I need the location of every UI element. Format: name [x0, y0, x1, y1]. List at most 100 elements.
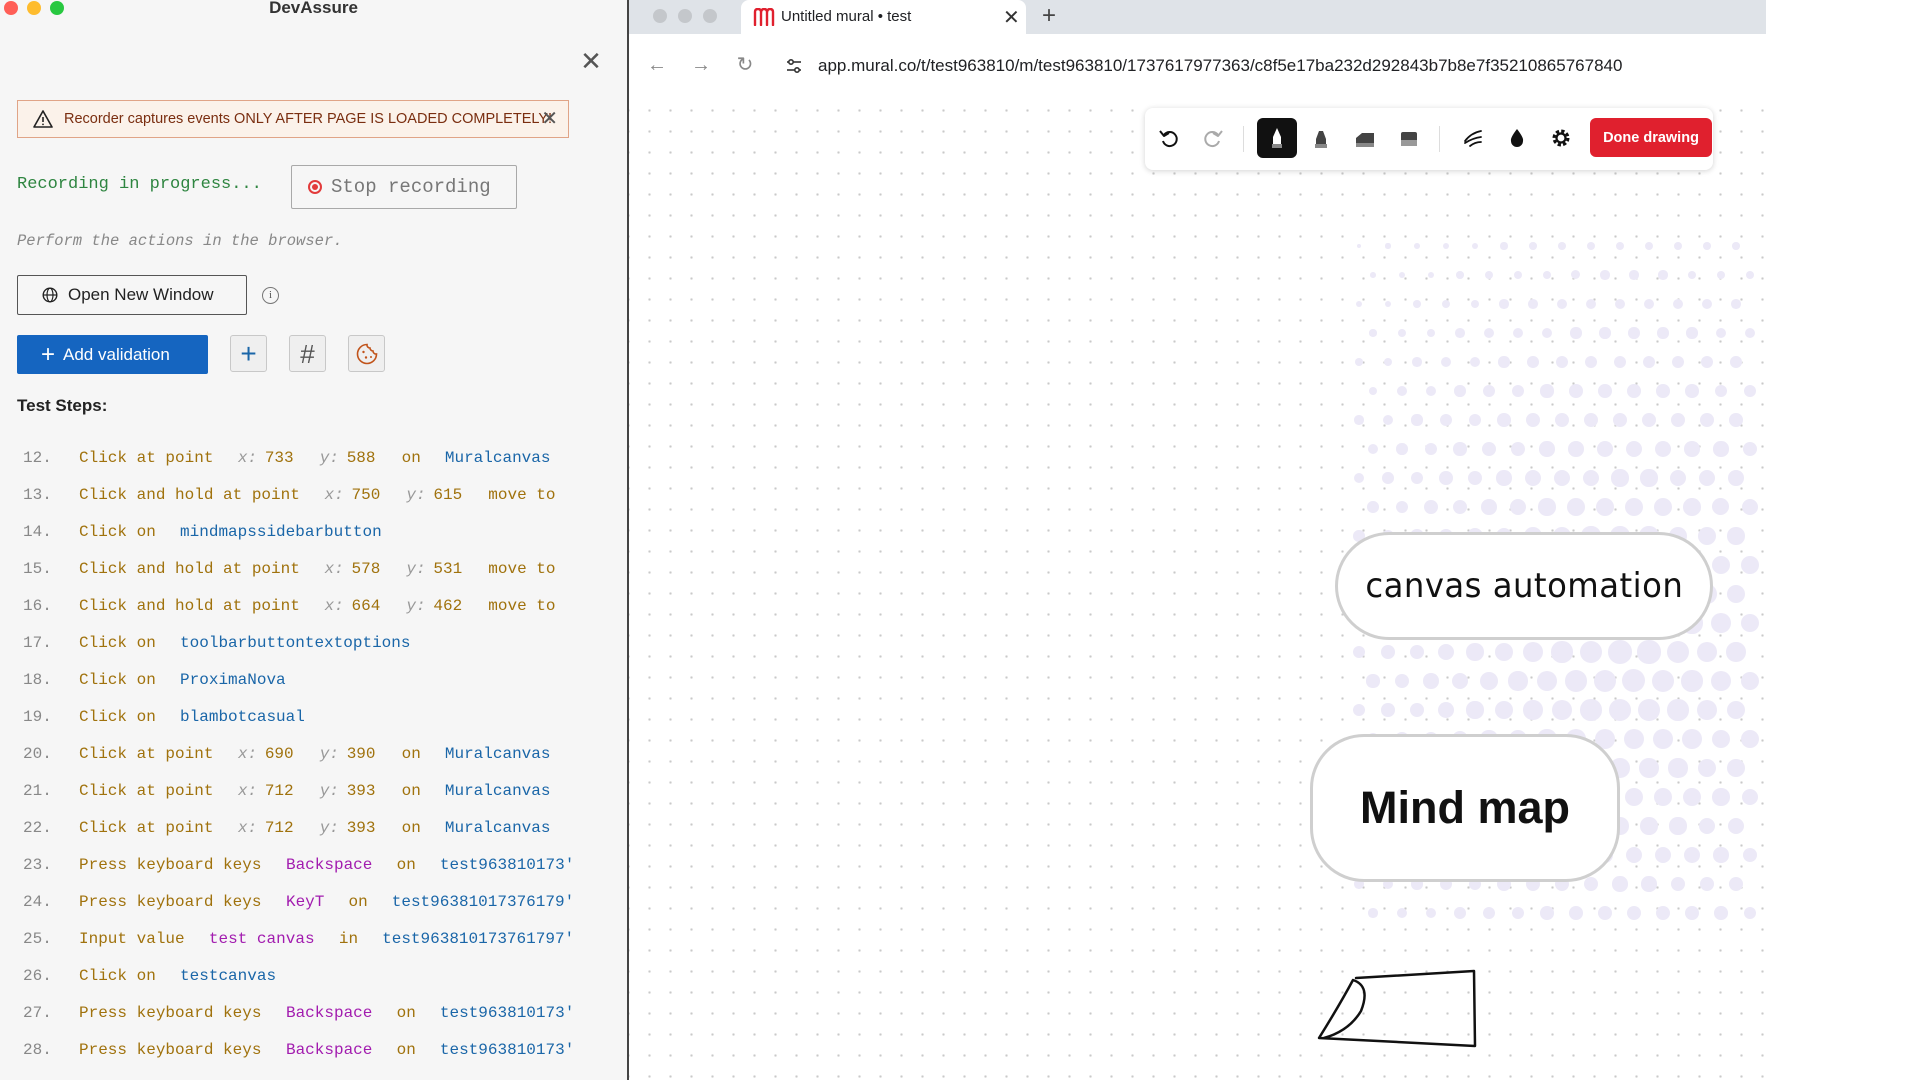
step-action: Click and hold at point — [79, 486, 300, 504]
halftone-dot — [1500, 242, 1508, 250]
step-action: Press keyboard keys — [79, 1004, 262, 1022]
test-step-row[interactable]: 27. Press keyboard keys Backspace on test963… — [0, 995, 627, 1032]
tab-untitled-mural[interactable]: Untitled mural • test ✕ — [741, 0, 1026, 34]
marker-pen-icon[interactable] — [1257, 118, 1297, 158]
test-step-row[interactable]: 13. Click and hold at point x: 750 y: 615 move… — [0, 477, 627, 514]
step-x-value: 750 — [351, 486, 381, 504]
halftone-dot — [1743, 384, 1757, 398]
window-close-dot[interactable] — [4, 1, 18, 15]
halftone-dot — [1523, 700, 1543, 720]
open-new-window-button[interactable]: Open New Window — [17, 275, 247, 315]
halftone-dot — [1685, 906, 1699, 920]
step-number: 15. — [23, 560, 52, 578]
test-step-row[interactable]: 21. Click at point x: 712 y: 393 on Muralcanvas — [0, 773, 627, 810]
new-tab-icon[interactable]: + — [1042, 2, 1056, 30]
test-step-row[interactable]: 22. Click at point x: 712 y: 393 on Muralcanvas — [0, 810, 627, 847]
halftone-dot — [1551, 641, 1573, 663]
halftone-dot — [1369, 329, 1377, 337]
step-action: Click on — [79, 708, 156, 726]
smoothing-icon[interactable] — [1453, 118, 1493, 158]
test-step-row[interactable]: 12. Click at point x: 733 y: 588 on Muralcanvas — [0, 440, 627, 477]
halftone-dot — [1728, 876, 1743, 891]
warning-banner: Recorder captures events ONLY AFTER PAGE… — [17, 100, 569, 138]
halftone-dot — [1667, 699, 1689, 721]
halftone-dot — [1355, 300, 1363, 308]
forward-icon[interactable]: → — [688, 52, 714, 78]
browser-zoom-dot[interactable] — [703, 9, 717, 23]
halftone-dot — [1742, 441, 1758, 457]
step-target: test963810173' — [439, 1004, 575, 1022]
mindmap-node-root[interactable]: Mind map — [1310, 734, 1620, 882]
url-field[interactable]: app.mural.co/t/test963810/m/test963810/1… — [776, 47, 1756, 85]
halftone-dot — [1711, 613, 1731, 633]
halftone-dot — [1743, 906, 1757, 920]
info-icon[interactable]: i — [262, 287, 279, 304]
step-action: Click at point — [79, 782, 214, 800]
freehand-drawing[interactable] — [1309, 966, 1529, 1076]
back-icon[interactable]: ← — [644, 52, 670, 78]
test-step-row[interactable]: 20. Click at point x: 690 y: 390 on Muralcanvas — [0, 736, 627, 773]
step-number: 20. — [23, 745, 52, 763]
halftone-dot — [1711, 729, 1731, 749]
mural-canvas[interactable]: Done drawing canvas automation Mind map — [629, 96, 1766, 1080]
address-bar: ← → ↻ app.mural.co/t/test963810/m/test96… — [629, 34, 1766, 96]
app-title: DevAssure — [269, 0, 358, 17]
halftone-dot — [1681, 670, 1703, 692]
test-step-row[interactable]: 26. Click on testcanvas — [0, 958, 627, 995]
halftone-dot — [1615, 241, 1625, 251]
test-step-row[interactable]: 14. Click on mindmapssidebarbutton — [0, 514, 627, 551]
undo-icon[interactable] — [1149, 118, 1189, 158]
warning-close-icon[interactable]: ✕ — [541, 108, 558, 130]
close-icon[interactable]: ✕ — [580, 48, 602, 74]
settings-gear-icon[interactable] — [1541, 118, 1581, 158]
recording-status: Recording in progress... — [17, 175, 262, 194]
test-step-row[interactable]: 15. Click and hold at point x: 578 y: 531 move… — [0, 551, 627, 588]
halftone-dot — [1699, 876, 1715, 892]
test-step-row[interactable]: 25. Input value test canvas in test963810173… — [0, 921, 627, 958]
test-step-row[interactable]: 18. Click on ProximaNova — [0, 662, 627, 699]
browser-window: Untitled mural • test ✕ + ← → ↻ app.mura… — [629, 0, 1920, 1080]
browser-minimize-dot[interactable] — [678, 9, 692, 23]
halftone-dot — [1651, 669, 1675, 693]
done-drawing-button[interactable]: Done drawing — [1590, 118, 1712, 157]
step-number: 27. — [23, 1004, 52, 1022]
add-step-button[interactable]: + — [230, 335, 267, 372]
window-minimize-dot[interactable] — [27, 1, 41, 15]
mindmap-node-canvas-automation[interactable]: canvas automation — [1335, 532, 1713, 640]
halftone-dot — [1711, 555, 1731, 575]
redo-icon[interactable] — [1193, 118, 1233, 158]
color-drop-icon[interactable] — [1497, 118, 1537, 158]
reload-icon[interactable]: ↻ — [732, 52, 758, 78]
test-step-row[interactable]: 28. Press keyboard keys Backspace on test963… — [0, 1032, 627, 1069]
halftone-dot — [1525, 470, 1541, 486]
halftone-dot — [1385, 243, 1391, 249]
node-text: canvas automation — [1365, 566, 1683, 606]
site-settings-icon[interactable] — [784, 56, 804, 76]
step-preposition: on — [396, 856, 416, 874]
variable-hash-button[interactable]: # — [289, 335, 326, 372]
test-step-row[interactable]: 16. Click and hold at point x: 664 y: 462 move… — [0, 588, 627, 625]
test-step-row[interactable]: 24. Press keyboard keys KeyT on test96381017… — [0, 884, 627, 921]
halftone-dot — [1702, 299, 1712, 309]
halftone-dot — [1727, 527, 1745, 545]
chisel-pen-icon[interactable] — [1345, 118, 1385, 158]
halftone-dot — [1481, 499, 1497, 515]
cookie-button[interactable] — [348, 335, 385, 372]
window-zoom-dot[interactable] — [50, 1, 64, 15]
stop-recording-button[interactable]: Stop recording — [291, 165, 517, 209]
eraser-icon[interactable] — [1389, 118, 1429, 158]
step-x-value: 712 — [264, 819, 294, 837]
tab-close-icon[interactable]: ✕ — [1003, 5, 1020, 30]
warning-text: Recorder captures events ONLY AFTER PAGE… — [64, 111, 553, 127]
highlighter-pen-icon[interactable] — [1301, 118, 1341, 158]
halftone-dot — [1482, 442, 1496, 456]
browser-close-dot[interactable] — [653, 9, 667, 23]
step-number: 24. — [23, 893, 52, 911]
test-step-row[interactable]: 19. Click on blambotcasual — [0, 699, 627, 736]
test-step-row[interactable]: 23. Press keyboard keys Backspace on test963… — [0, 847, 627, 884]
halftone-dot — [1726, 642, 1746, 662]
halftone-dot — [1622, 669, 1646, 693]
halftone-dot — [1440, 414, 1452, 426]
add-validation-button[interactable]: + Add validation — [17, 335, 208, 374]
test-step-row[interactable]: 17. Click on toolbarbuttontextoptions — [0, 625, 627, 662]
